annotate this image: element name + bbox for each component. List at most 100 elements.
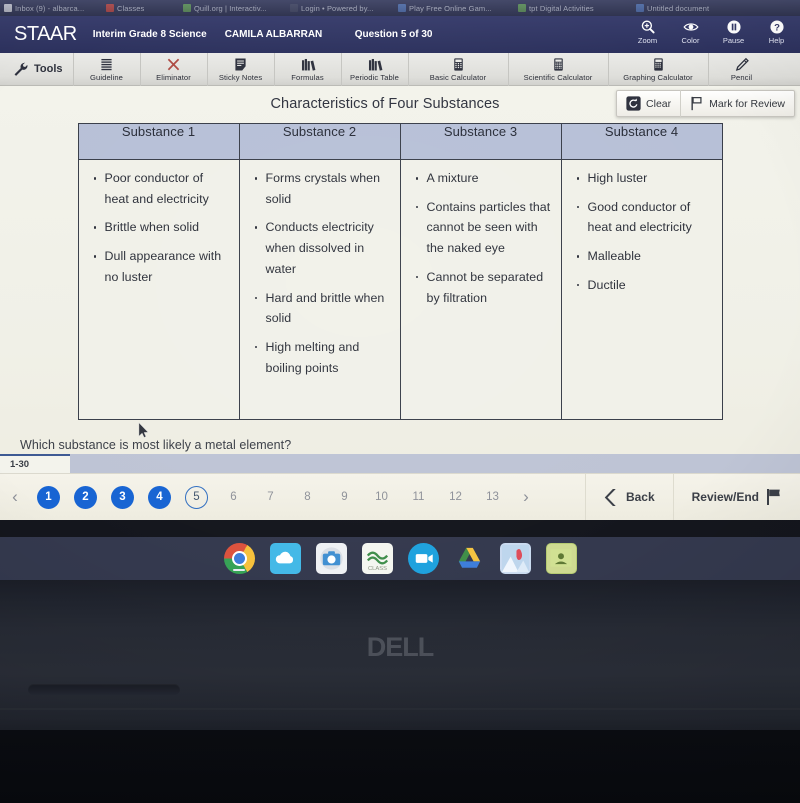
pagination-item-1[interactable]: 1 [30,485,67,509]
clear-button[interactable]: Clear [617,90,680,117]
tool-graphing-calculator[interactable]: Graphing Calculator [607,52,708,86]
pagination-number-label: 4 [148,485,171,509]
dell-brand-logo: DELL [0,632,800,663]
review-end-button[interactable]: Review/End [672,473,800,520]
browser-tab[interactable]: Inbox (9) - albarca... [0,0,102,16]
pagination-item-12[interactable]: 12 [437,486,474,509]
notes-app-icon[interactable]: CLASS [361,543,393,574]
browser-tab-label: Classes [117,3,145,13]
pagination-item-10[interactable]: 10 [363,486,400,509]
clear-label: Clear [646,97,672,110]
video-call-icon[interactable] [407,543,439,574]
browser-tab-label: Login • Powered by... [301,3,374,13]
tools-menu-button[interactable]: Tools [0,53,73,86]
desk-surface [0,730,800,803]
shelf-running-indicator [233,569,245,571]
item-range-tab[interactable]: 1-30 [0,454,70,473]
pagination-prev-button[interactable]: ‹ [0,487,30,507]
column-header-substance-1: Substance 1 [77,123,240,160]
browser-tab-label: Untitled document [647,3,710,13]
browser-tab[interactable]: Classes [102,0,179,16]
cloud-app-icon[interactable] [269,543,301,574]
color-button[interactable]: Color [669,16,712,45]
browser-tab[interactable]: Login • Powered by... [286,0,394,16]
clear-mark-toolbar: Clear Mark for Review [616,90,795,117]
question-pagination-bar: ‹ 1 2 3 4 5 6 7 8 9 10 11 12 13 › Back R… [0,473,800,520]
help-label: Help [768,36,785,45]
tool-eliminator[interactable]: Eliminator [139,52,207,86]
sticky-notes-icon [235,58,246,70]
back-button[interactable]: Back [584,473,673,520]
classroom-glyph [550,549,571,567]
tools-label: Tools [34,63,63,75]
table-head: Substance 1 Substance 2 Substance 3 Subs… [77,123,723,160]
pagination-item-3[interactable]: 3 [104,485,141,509]
browser-tab[interactable]: Untitled document [632,0,762,16]
list-item: Malleable [576,246,714,267]
google-classroom-icon[interactable] [545,543,577,574]
browser-tab[interactable]: Quill.org | Interactiv... [179,0,286,16]
pagination-number-label: 6 [230,491,237,503]
pagination-item-11[interactable]: 11 [400,486,437,509]
characteristic-list: A mixture Contains particles that cannot… [401,168,557,308]
tool-guideline[interactable]: Guideline [72,52,140,86]
tab-favicon-tpt-icon [518,4,526,12]
tool-formulas[interactable]: Formulas [273,52,341,86]
drive-triangle-glyph [458,547,480,568]
tools-bar: Tools Guideline Eliminator Sticky Notes … [0,52,800,86]
tab-favicon-docs-icon [636,4,644,12]
google-drive-icon[interactable] [453,543,485,574]
pagination-item-2[interactable]: 2 [67,485,104,509]
camera-icon[interactable] [315,543,347,574]
pagination-item-8[interactable]: 8 [289,486,326,509]
pagination-item-13[interactable]: 13 [474,486,511,509]
mouse-cursor [138,422,149,438]
chrome-icon[interactable] [223,543,255,574]
camera-glyph [319,547,343,570]
characteristic-list: Poor conductor of heat and electricity B… [79,168,235,288]
pager-action-group: Back Review/End [584,473,800,520]
eye-color-icon [682,23,699,31]
pagination-item-7[interactable]: 7 [252,486,289,509]
tool-periodic-table[interactable]: Periodic Table [340,52,408,86]
review-end-label: Review/End [691,490,759,504]
question-content-area: Characteristics of Four Substances Clear [0,86,800,520]
question-stem: Which substance is most likely a metal e… [20,438,292,452]
pagination-item-9[interactable]: 9 [326,486,363,509]
zoom-button[interactable]: Zoom [626,16,669,45]
eliminator-x-icon [167,58,180,70]
student-name: CAMILA ALBARRAN [224,29,323,40]
flag-icon [691,96,702,111]
tool-scientific-calculator[interactable]: Scientific Calculator [507,52,608,86]
guideline-icon [101,58,112,70]
pagination-item-5[interactable]: 5 [178,485,215,509]
flag-filled-icon [767,489,780,505]
column-header-substance-3: Substance 3 [399,123,562,160]
pause-button[interactable]: Pause [712,16,755,45]
tool-label: Basic Calculator [429,72,487,82]
pagination-item-6[interactable]: 6 [215,486,252,509]
calculator-icon [453,57,463,71]
back-label: Back [625,490,655,504]
tool-pencil[interactable]: Pencil [707,52,775,86]
browser-tab[interactable]: tpt Digital Activities [514,0,632,16]
list-item: Hard and brittle when solid [254,288,392,329]
periodic-table-icon [368,58,383,71]
pagination-next-button[interactable]: › [511,487,541,507]
list-item: Conducts electricity when dissolved in w… [254,217,392,279]
tool-sticky-notes[interactable]: Sticky Notes [206,52,274,86]
list-item: Forms crystals when solid [254,168,392,209]
staar-header-bar: STAAR Interim Grade 8 Science CAMILA ALB… [0,16,800,53]
tab-favicon-classes-icon [106,4,114,12]
pagination-number-label: 12 [449,491,462,503]
pagination-item-4[interactable]: 4 [141,485,178,509]
undo-circle-icon [626,96,641,111]
browser-tab[interactable]: Play Free Online Gam... [394,0,514,16]
photo-app-icon[interactable] [499,543,531,574]
pause-icon [726,20,741,34]
tool-basic-calculator[interactable]: Basic Calculator [407,52,508,86]
help-button[interactable]: ? Help [755,16,798,45]
pagination-number-label: 11 [412,491,425,503]
characteristics-table: Substance 1 Substance 2 Substance 3 Subs… [77,123,723,420]
mark-for-review-button[interactable]: Mark for Review [680,90,794,117]
